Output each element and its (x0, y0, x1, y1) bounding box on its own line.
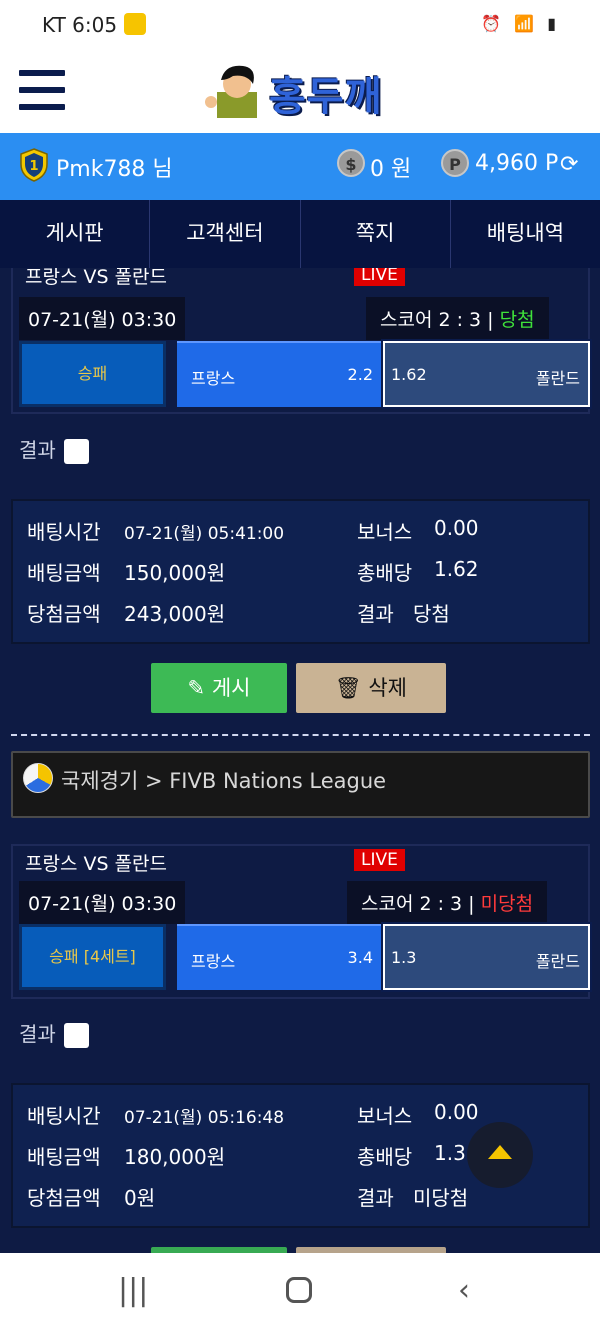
option-home-name: 프랑스 (191, 369, 236, 388)
money-balance: 0 원 (370, 157, 412, 182)
main-nav: 게시판 고객센터 쪽지 배팅내역 (0, 200, 600, 268)
option-away-name: 폴란드 (535, 952, 580, 971)
result-text-value: 미당첨 (413, 1186, 469, 1210)
recent-apps-icon[interactable]: ||| (118, 1273, 148, 1308)
option-home[interactable]: 프랑스 3.4 (177, 924, 381, 990)
result-checkbox[interactable] (63, 1023, 89, 1048)
total-odds-value: 1.3 (434, 1141, 466, 1165)
delete-button-label: 삭제 (368, 676, 407, 700)
bet-amount-label: 배팅금액 (27, 1145, 101, 1169)
bet-time-value: 07-21(월) 05:16:48 (124, 1108, 285, 1128)
option-home[interactable]: 프랑스 2.2 (177, 341, 381, 407)
league-breadcrumb: 국제경기 > FIVB Nations League (61, 769, 387, 793)
money-coin-icon: $ (337, 149, 365, 177)
level-shield-icon: 1 (20, 148, 48, 182)
option-away-selected[interactable]: 1.3 폴란드 (381, 922, 592, 992)
section-divider (11, 734, 590, 736)
result-filter: 결과 (19, 434, 89, 464)
result-checkbox[interactable] (63, 439, 89, 464)
bet-time-label: 배팅시간 (27, 520, 101, 544)
carrier-time: KT 6:05 (42, 13, 118, 37)
option-away-name: 폴란드 (535, 369, 580, 388)
win-amount-label: 당첨금액 (27, 1186, 101, 1210)
bonus-value: 0.00 (434, 516, 479, 540)
option-away-selected[interactable]: 1.62 폴란드 (381, 339, 592, 409)
bet-type: 승패 (19, 341, 166, 407)
bet-detail: 배팅시간 07-21(월) 05:41:00 보너스 0.00 배팅금액 150… (11, 499, 590, 644)
option-home-name: 프랑스 (191, 952, 236, 971)
refresh-icon[interactable]: ⟳ (560, 152, 578, 177)
logo-text: 홍두깨 (269, 74, 383, 120)
option-home-odds: 3.4 (347, 948, 373, 967)
result-text-value: 당첨 (413, 602, 450, 626)
bet-time-label: 배팅시간 (27, 1104, 101, 1128)
total-odds-label: 총배당 (357, 1145, 413, 1169)
option-home-odds: 2.2 (347, 365, 373, 384)
point-balance: 4,960 P (475, 151, 559, 176)
notification-icon (124, 13, 146, 35)
live-badge: LIVE (354, 849, 405, 871)
volleyball-icon (23, 763, 53, 793)
tab-board[interactable]: 게시판 (0, 200, 151, 268)
total-odds-value: 1.62 (434, 557, 479, 581)
system-status-icons: ⏰ 📶 ▮ (481, 14, 560, 33)
back-icon[interactable]: ‹ (458, 1273, 470, 1308)
app-header: 홍두깨 (0, 50, 600, 133)
site-logo[interactable]: 홍두깨 (203, 58, 399, 122)
score-text: 스코어 2 : 3 | (380, 309, 494, 331)
hamburger-menu-icon[interactable] (19, 70, 65, 110)
win-amount-label: 당첨금액 (27, 602, 101, 626)
scroll-to-top-button[interactable] (467, 1122, 533, 1188)
win-amount-value: 0원 (124, 1186, 156, 1210)
score-box: 스코어 2 : 3 | 미당첨 (347, 881, 548, 924)
pencil-icon: ✎ (187, 676, 206, 700)
option-away-odds: 1.3 (391, 948, 417, 967)
result-label: 결과 (19, 1022, 56, 1046)
bonus-label: 보너스 (357, 1104, 413, 1128)
delete-button[interactable]: 🗑 삭제 (296, 663, 446, 713)
bet-amount-label: 배팅금액 (27, 561, 101, 585)
match-title: 프랑스 VS 폴란드 (25, 268, 168, 288)
bet-time-value: 07-21(월) 05:41:00 (124, 524, 285, 544)
score-result: 당첨 (499, 309, 535, 331)
home-icon[interactable] (286, 1277, 312, 1303)
match-time: 07-21(월) 03:30 (19, 881, 186, 924)
status-bar: KT 6:05 ⏰ 📶 ▮ (0, 0, 600, 50)
bonus-label: 보너스 (357, 520, 413, 544)
league-header: 국제경기 > FIVB Nations League (11, 751, 590, 818)
trash-icon: 🗑 (335, 676, 362, 700)
result-label: 결과 (19, 438, 56, 462)
bet-options-row: 승패 [4세트] 프랑스 3.4 1.3 폴란드 (19, 922, 592, 992)
result-filter: 결과 (19, 1018, 89, 1048)
bet-options-row: 승패 프랑스 2.2 1.62 폴란드 (19, 339, 592, 409)
bonus-value: 0.00 (434, 1100, 479, 1124)
result-text-label: 결과 (357, 602, 394, 626)
bet-history-list: 프랑스 VS 폴란드 LIVE 07-21(월) 03:30 스코어 2 : 3… (0, 268, 600, 1253)
option-away-odds: 1.62 (391, 365, 427, 384)
score-box: 스코어 2 : 3 | 당첨 (366, 297, 549, 340)
user-bar: 1 Pmk788 님 $ 0 원 P 4,960 P ⟳ (0, 133, 600, 200)
username[interactable]: Pmk788 님 (56, 151, 173, 183)
bet-amount-value: 150,000원 (124, 561, 226, 585)
bet-type: 승패 [4세트] (19, 924, 166, 990)
win-amount-value: 243,000원 (124, 602, 226, 626)
match-title: 프랑스 VS 폴란드 (25, 853, 168, 875)
live-badge: LIVE (354, 268, 405, 286)
tab-messages[interactable]: 쪽지 (301, 200, 451, 268)
tab-customer-center[interactable]: 고객센터 (150, 200, 301, 268)
result-text-label: 결과 (357, 1186, 394, 1210)
bet-amount-value: 180,000원 (124, 1145, 226, 1169)
post-button[interactable]: ✎ 게시 (151, 663, 287, 713)
score-result: 미당첨 (480, 893, 534, 915)
match-time: 07-21(월) 03:30 (19, 297, 186, 340)
total-odds-label: 총배당 (357, 561, 413, 585)
system-nav-bar: ||| ‹ (0, 1253, 600, 1333)
post-button-label: 게시 (211, 676, 251, 700)
mascot-icon (205, 65, 257, 118)
svg-text:1: 1 (29, 159, 38, 174)
score-text: 스코어 2 : 3 | (361, 893, 475, 915)
point-coin-icon: P (441, 149, 469, 177)
tab-bet-history[interactable]: 배팅내역 (451, 200, 600, 268)
